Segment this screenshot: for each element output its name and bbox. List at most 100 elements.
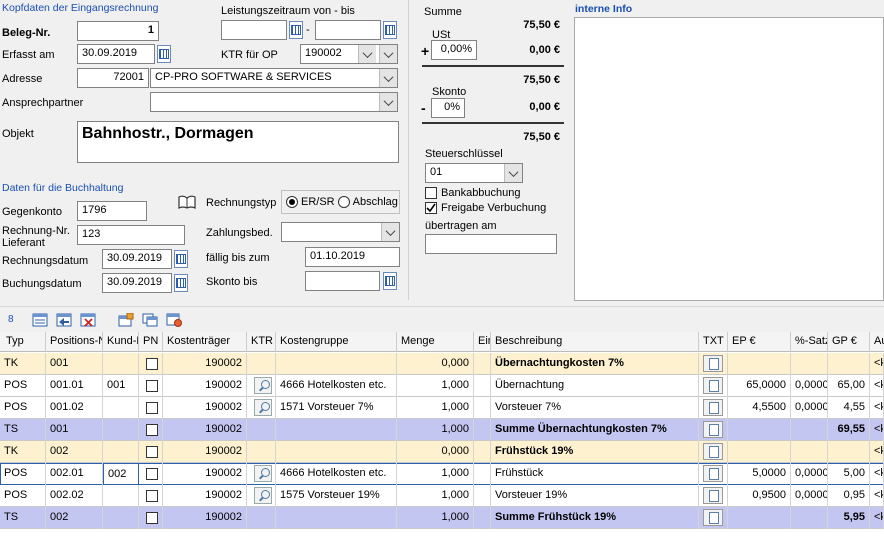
table-cell-menge[interactable]: 1,000 [397,375,474,397]
faellig-field[interactable]: 01.10.2019 [305,247,400,267]
calendar-icon[interactable] [383,272,397,290]
row-checkbox[interactable] [146,468,158,480]
table-cell-menge[interactable]: 1,000 [397,463,474,485]
table-cell-ep[interactable] [728,441,791,463]
calendar-icon[interactable] [174,274,188,292]
table-cell-kund[interactable] [103,485,139,507]
column-header[interactable]: Kund-PF [103,332,139,352]
insert-row-icon[interactable] [56,313,72,327]
table-cell-pos[interactable]: 002 [46,507,103,529]
table-cell-desc[interactable]: Vorsteuer 19% [491,485,699,507]
table-cell-kund[interactable] [103,353,139,375]
new-row-icon[interactable] [32,313,48,327]
freigabe-checkbox[interactable]: Freigabe Verbuchung [425,202,546,214]
checkbox-checked[interactable] [425,202,437,214]
leistung-von-field[interactable] [221,20,287,40]
table-cell-gp[interactable] [828,441,870,463]
skonto-percent-field[interactable]: 0% [431,98,465,118]
table-cell-au[interactable]: <k [870,397,884,419]
table-cell-gp[interactable] [828,353,870,375]
table-row[interactable]: TK002 190002 0,000 Frühstück 19% <k [0,441,884,463]
bankabbuchung-checkbox[interactable]: Bankabbuchung [425,187,521,199]
text-document-icon[interactable] [703,421,723,438]
table-cell-ep[interactable]: 0,9500 [728,485,791,507]
table-cell-kund[interactable]: 001 [103,375,139,397]
text-document-icon[interactable] [703,377,723,394]
table-cell-desc[interactable]: Summe Frühstück 19% [491,507,699,529]
table-cell-typ[interactable]: TK [0,353,46,375]
radio-abschlag[interactable] [337,196,350,208]
column-header[interactable]: KTR [247,332,276,352]
row-checkbox[interactable] [146,446,158,458]
table-cell-kt[interactable]: 190002 [163,419,247,441]
gegenkonto-field[interactable]: 1796 [77,201,147,221]
table-cell-typ[interactable]: TS [0,419,46,441]
table-cell-typ[interactable]: POS [0,463,46,485]
table-cell-au[interactable]: <k [870,375,884,397]
table-cell-gp[interactable]: 5,00 [828,463,870,485]
text-document-icon[interactable] [703,465,723,482]
table-cell-au[interactable]: <k [870,507,884,529]
table-cell-ein[interactable] [474,507,491,529]
table-cell-kund[interactable] [103,397,139,419]
column-header[interactable]: Ein [474,332,491,352]
lookup-icon[interactable] [254,377,272,394]
chevron-down-icon[interactable] [379,69,397,87]
chevron-down-icon[interactable] [504,164,522,182]
calendar-icon[interactable] [174,250,188,268]
table-cell-desc[interactable]: Frühstück 19% [491,441,699,463]
table-cell-kt[interactable]: 190002 [163,375,247,397]
adresse-select[interactable]: CP-PRO SOFTWARE & SERVICES [150,68,398,88]
table-cell-satz[interactable] [791,441,828,463]
lookup-icon[interactable] [254,487,272,504]
table-cell-ktr[interactable] [247,441,276,463]
delete-row-icon[interactable] [80,313,96,327]
table-cell-kg[interactable]: 1575 Vorsteuer 19% [276,485,397,507]
table-cell-typ[interactable]: POS [0,375,46,397]
column-header[interactable]: Beschreibung [491,332,699,352]
table-cell-ein[interactable] [474,419,491,441]
table-row[interactable]: POS 001.02 190002 1571 Vorsteuer 7% 1,000 Vor… [0,397,884,419]
table-row[interactable]: POS 002.02 190002 1575 Vorsteuer 19% 1,000 Vo… [0,485,884,507]
table-cell-kg[interactable] [276,507,397,529]
table-cell-desc[interactable]: Übernachtungkosten 7% [491,353,699,375]
checkbox-box[interactable] [425,187,437,199]
radio-er-sr[interactable] [286,196,298,208]
lookup-icon[interactable] [254,465,272,482]
table-cell-ep[interactable]: 4,5500 [728,397,791,419]
column-header[interactable]: GP € [828,332,870,352]
chevron-down-icon[interactable] [381,223,399,241]
uebertragen-field[interactable] [425,234,557,254]
erfasst-date-field[interactable]: 30.09.2019 [77,44,155,64]
text-document-icon[interactable] [703,487,723,504]
text-document-icon[interactable] [703,399,723,416]
table-cell-kund[interactable] [103,507,139,529]
table-cell-gp[interactable]: 69,55 [828,419,870,441]
table-cell-kg[interactable] [276,441,397,463]
table-cell-satz[interactable] [791,353,828,375]
objekt-field[interactable]: Bahnhostr., Dormagen [77,121,399,163]
row-checkbox[interactable] [146,380,158,392]
table-cell-pos[interactable]: 002.01 [46,463,103,485]
text-document-icon[interactable] [703,443,723,460]
table-cell-kt[interactable]: 190002 [163,507,247,529]
beleg-number-field[interactable]: 1 [77,21,159,41]
row-checkbox[interactable] [146,424,158,436]
table-cell-menge[interactable]: 1,000 [397,419,474,441]
column-header[interactable]: Kostenträger [163,332,247,352]
table-cell-ein[interactable] [474,375,491,397]
text-document-icon[interactable] [703,355,723,372]
buchungsdatum-field[interactable]: 30.09.2019 [102,273,172,293]
calendar-icon[interactable] [289,21,303,39]
table-cell-menge[interactable]: 1,000 [397,507,474,529]
table-cell-kund[interactable] [103,419,139,441]
table-cell-pos[interactable]: 002 [46,441,103,463]
adresse-number-field[interactable]: 72001 [77,68,149,88]
table-cell-ep[interactable] [728,419,791,441]
table-cell-ktr[interactable] [247,507,276,529]
table-cell-desc[interactable]: Summe Übernachtungkosten 7% [491,419,699,441]
table-cell-typ[interactable]: POS [0,485,46,507]
table-cell-ktr[interactable] [247,353,276,375]
table-row[interactable]: TS 001 190002 1,000 Summe Übernachtungkosten… [0,419,884,441]
table-cell-kg[interactable] [276,419,397,441]
